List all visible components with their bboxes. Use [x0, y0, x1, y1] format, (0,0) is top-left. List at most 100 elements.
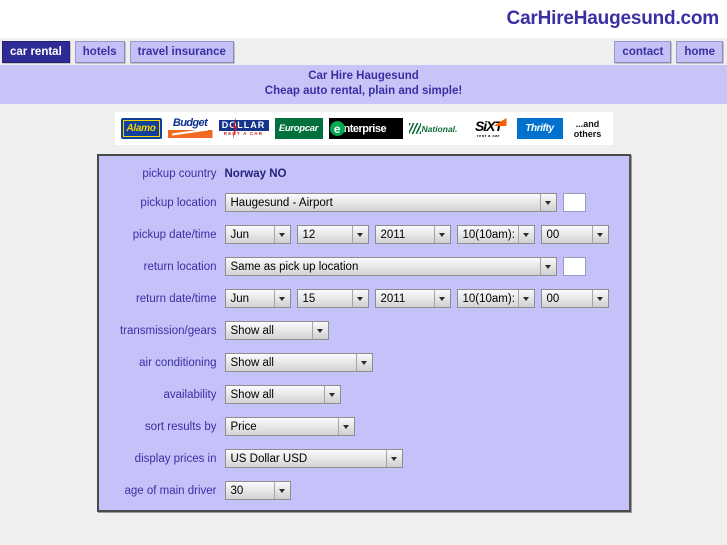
enterprise-logo: e nterprise [328, 118, 403, 139]
nav-primary-group: car rental hotels travel insurance [2, 40, 234, 63]
pickup-year-value: 2011 [380, 228, 406, 241]
row-air-conditioning: air conditioning Show all [99, 353, 629, 372]
chevron-down-icon[interactable] [539, 258, 556, 275]
pickup-minute-select[interactable]: 00 [540, 225, 609, 244]
search-form-section: pickup country Norway NO pickup location… [0, 154, 727, 512]
return-year-select[interactable]: 2011 [374, 289, 451, 308]
driver-age-select[interactable]: 30 [224, 481, 291, 500]
transmission-label: transmission/gears [119, 324, 217, 337]
row-return-datetime: return date/time Jun 15 2011 10(10am): 0… [99, 289, 629, 308]
pickup-country-value: Norway NO [224, 168, 287, 180]
row-driver-age: age of main driver 30 [99, 481, 629, 500]
pickup-month-value: Jun [230, 228, 250, 241]
enterprise-logo-text: nterprise [343, 122, 387, 135]
pickup-hour-select[interactable]: 10(10am): [456, 225, 535, 244]
chevron-down-icon[interactable] [591, 226, 608, 243]
driver-age-value: 30 [230, 484, 244, 497]
row-availability: availability Show all [99, 385, 629, 404]
navigation-bar: car rental hotels travel insurance conta… [0, 38, 727, 65]
row-pickup-location: pickup location Haugesund - Airport [99, 193, 629, 212]
and-others-line-1: ...and [575, 118, 600, 129]
chevron-down-icon[interactable] [351, 290, 368, 307]
thrifty-logo: Thrifty [516, 118, 563, 139]
return-day-select[interactable]: 15 [296, 289, 369, 308]
partner-logos-section: Alamo Budget DOLLAR RENT A CAR Europcar … [0, 104, 727, 145]
sixt-logo: SiXT rent a car [466, 118, 511, 139]
nav-tab-car-rental[interactable]: car rental [2, 40, 70, 63]
budget-logo: Budget [167, 118, 213, 139]
chevron-down-icon[interactable] [355, 354, 372, 371]
chevron-down-icon[interactable] [273, 290, 290, 307]
chevron-down-icon[interactable] [433, 290, 450, 307]
chevron-down-icon[interactable] [517, 290, 534, 307]
display-prices-controls: US Dollar USD [224, 449, 403, 468]
page-root: CarHireHaugesund.com car rental hotels t… [0, 0, 727, 545]
sort-results-value: Price [230, 420, 257, 433]
return-month-select[interactable]: Jun [224, 289, 291, 308]
chevron-down-icon[interactable] [337, 418, 354, 435]
air-conditioning-value: Show all [230, 356, 274, 369]
sort-results-select[interactable]: Price [224, 417, 355, 436]
return-location-select[interactable]: Same as pick up location [224, 257, 557, 276]
pickup-datetime-label: pickup date/time [132, 228, 217, 241]
budget-logo-swoosh [167, 130, 213, 138]
return-datetime-controls: Jun 15 2011 10(10am): 00 [224, 289, 609, 308]
nav-tab-travel-insurance[interactable]: travel insurance [129, 40, 234, 63]
availability-label: availability [163, 388, 217, 401]
and-others-line-2: others [573, 128, 602, 139]
return-minute-select[interactable]: 00 [540, 289, 609, 308]
transmission-value: Show all [230, 324, 274, 337]
pickup-location-select[interactable]: Haugesund - Airport [224, 193, 557, 212]
banner-line-2: Cheap auto rental, plain and simple! [264, 85, 463, 97]
chevron-down-icon[interactable] [323, 386, 340, 403]
chevron-down-icon[interactable] [517, 226, 534, 243]
chevron-down-icon[interactable] [433, 226, 450, 243]
tagline-banner: Car Hire Haugesund Cheap auto rental, pl… [0, 65, 727, 104]
display-prices-select[interactable]: US Dollar USD [224, 449, 403, 468]
nav-tab-home[interactable]: home [676, 40, 723, 63]
site-title: CarHireHaugesund.com [506, 8, 720, 29]
chevron-down-icon[interactable] [385, 450, 402, 467]
nav-tab-hotels[interactable]: hotels [74, 40, 125, 63]
national-logo-mark [408, 123, 421, 134]
chevron-down-icon[interactable] [351, 226, 368, 243]
row-transmission: transmission/gears Show all [99, 321, 629, 340]
availability-select[interactable]: Show all [224, 385, 341, 404]
return-hour-select[interactable]: 10(10am): [456, 289, 535, 308]
return-day-value: 15 [302, 292, 316, 305]
pickup-location-textbox[interactable] [562, 193, 586, 212]
chevron-down-icon[interactable] [273, 226, 290, 243]
return-datetime-label: return date/time [135, 292, 217, 305]
transmission-controls: Show all [224, 321, 329, 340]
return-location-controls: Same as pick up location [224, 257, 586, 276]
dollar-logo-text: DOLLAR [218, 120, 269, 131]
pickup-year-select[interactable]: 2011 [374, 225, 451, 244]
banner-line-1: Car Hire Haugesund [308, 70, 419, 82]
driver-age-controls: 30 [224, 481, 291, 500]
partner-logos-strip: Alamo Budget DOLLAR RENT A CAR Europcar … [114, 112, 613, 145]
pickup-day-select[interactable]: 12 [296, 225, 369, 244]
chevron-down-icon[interactable] [591, 290, 608, 307]
pickup-month-select[interactable]: Jun [224, 225, 291, 244]
transmission-select[interactable]: Show all [224, 321, 329, 340]
return-hour-value: 10(10am): [462, 292, 515, 305]
air-conditioning-select[interactable]: Show all [224, 353, 373, 372]
driver-age-label: age of main driver [124, 484, 217, 497]
row-display-prices: display prices in US Dollar USD [99, 449, 629, 468]
chevron-down-icon[interactable] [311, 322, 328, 339]
nav-secondary-group: contact home [614, 40, 725, 63]
pickup-location-label: pickup location [140, 196, 217, 209]
alamo-logo: Alamo [120, 118, 162, 139]
availability-value: Show all [230, 388, 274, 401]
chevron-down-icon[interactable] [273, 482, 290, 499]
pickup-datetime-controls: Jun 12 2011 10(10am): 00 [224, 225, 609, 244]
return-location-textbox[interactable] [562, 257, 586, 276]
sort-results-label: sort results by [144, 420, 217, 433]
nav-tab-contact[interactable]: contact [614, 40, 672, 63]
sixt-logo-subtext: rent a car [476, 133, 500, 138]
pickup-location-select-value: Haugesund - Airport [230, 196, 333, 209]
chevron-down-icon[interactable] [539, 194, 556, 211]
national-logo-text: National. [421, 123, 458, 134]
pickup-country-controls: Norway NO [225, 168, 287, 180]
availability-controls: Show all [224, 385, 341, 404]
